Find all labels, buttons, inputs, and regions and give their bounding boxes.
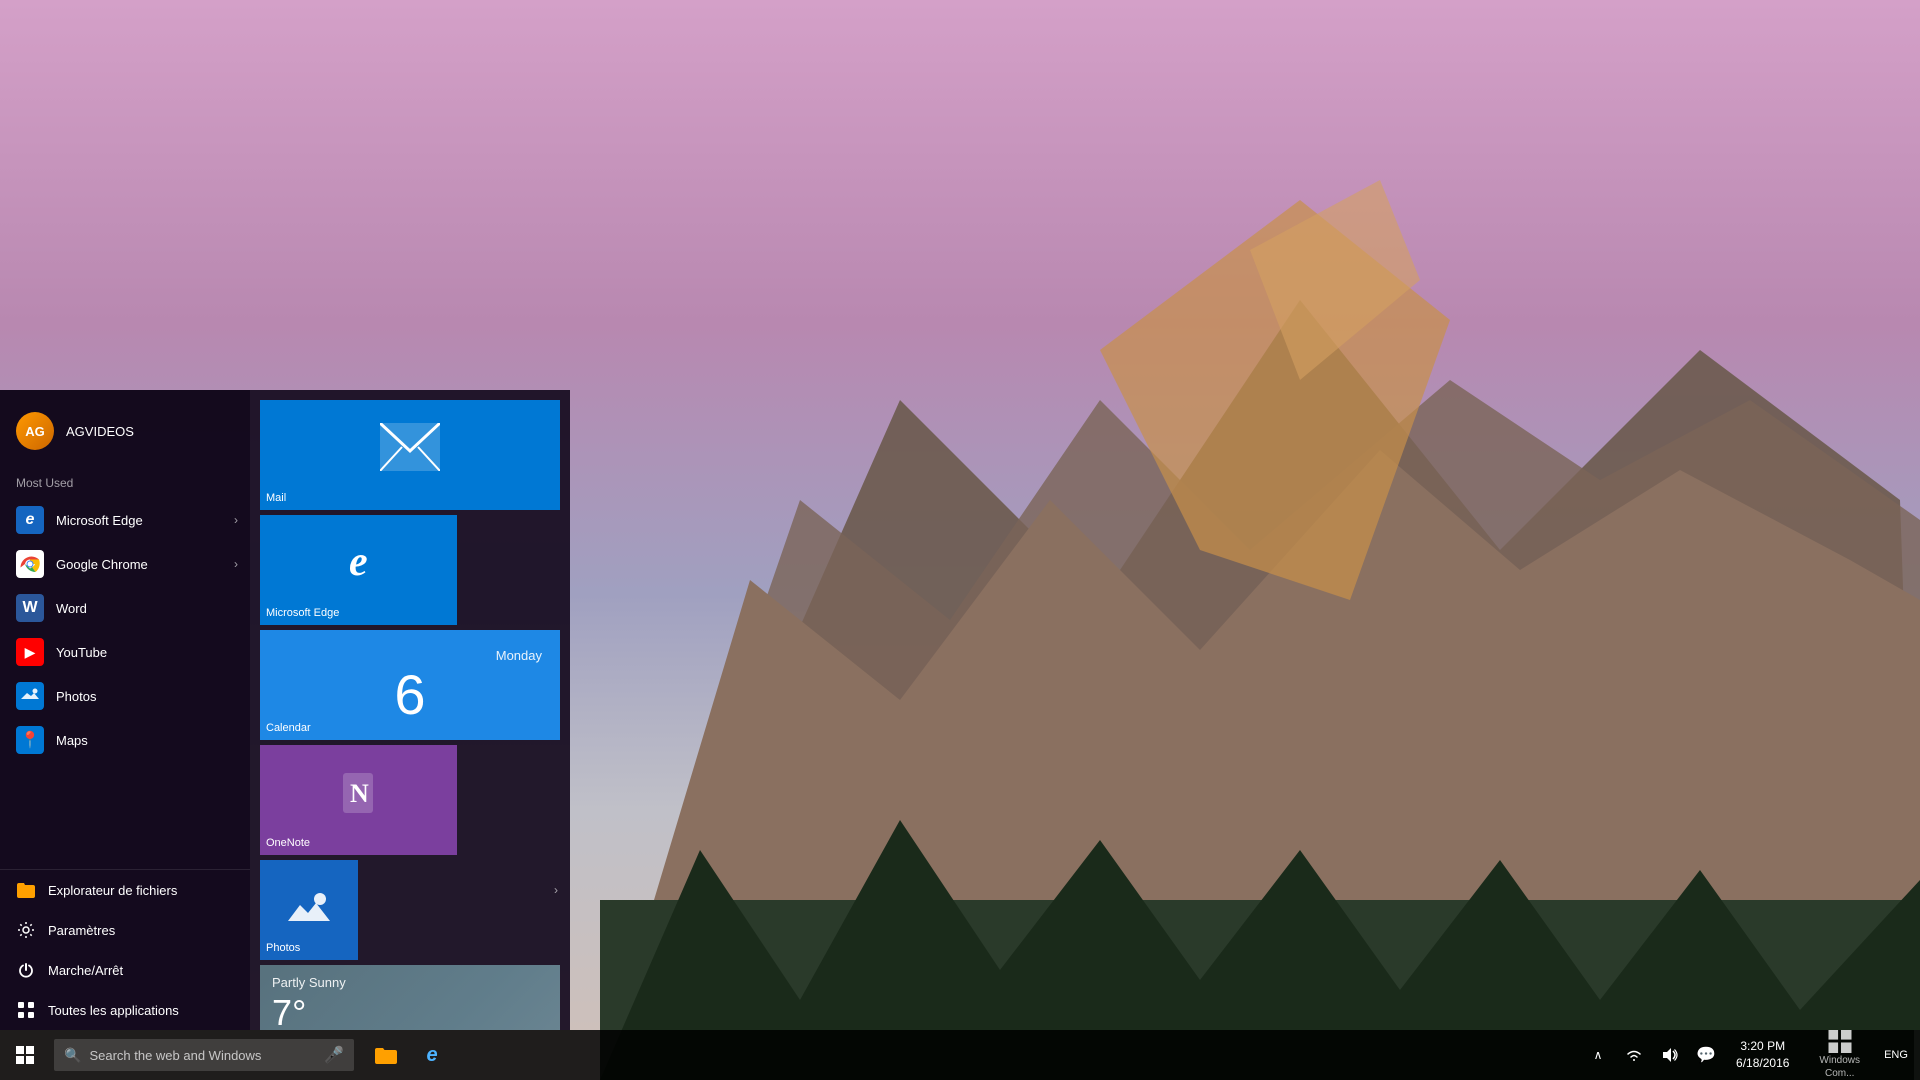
tile-weather[interactable]: Partly Sunny 7° Fri ⛅ 8° 1° Sat ☀ 8° [260,965,560,1030]
app-item-photos[interactable]: Photos [0,674,250,718]
search-icon: 🔍 [64,1047,81,1064]
app-item-maps[interactable]: 📍 Maps [0,718,250,762]
taskbar: 🔍 🎤 e ∧ 💬 [0,1030,1920,1080]
weather-condition: Partly Sunny [272,975,548,990]
tile-onenote[interactable]: N OneNote [260,745,457,855]
bottom-item-files[interactable]: Explorateur de fichiers › [0,870,250,910]
most-used-label: Most Used [0,462,250,498]
settings-icon [16,920,36,940]
clock[interactable]: 3:20 PM 6/18/2016 [1724,1030,1801,1080]
tile-calendar[interactable]: Monday 6 Calendar [260,630,560,740]
apps-icon [16,1000,36,1020]
power-icon [16,960,36,980]
app-name-edge: Microsoft Edge [56,513,143,528]
files-label: Explorateur de fichiers [48,883,177,898]
app-name-maps: Maps [56,733,88,748]
tray-language[interactable]: ENG [1878,1030,1914,1080]
edge-icon: e [16,506,44,534]
tile-photos-label: Photos [266,942,300,954]
word-icon: W [16,594,44,622]
user-section[interactable]: AG AGVIDEOS [0,400,250,462]
tile-edge[interactable]: e Microsoft Edge [260,515,457,625]
search-input[interactable] [89,1048,316,1063]
tile-mail-label: Mail [266,492,286,504]
start-menu: AG AGVIDEOS Most Used e Microsoft Edge › [0,390,570,1030]
calendar-date-number: 6 [394,667,425,723]
youtube-icon: ▶ [16,638,44,666]
bottom-item-power[interactable]: Marche/Arrêt [0,950,250,990]
app-item-chrome[interactable]: Google Chrome › [0,542,250,586]
windows-activation[interactable]: Windows Com... [1801,1030,1878,1080]
app-name-youtube: YouTube [56,645,107,660]
taskbar-file-explorer[interactable] [364,1030,408,1080]
app-name-word: Word [56,601,87,616]
settings-label: Paramètres [48,923,115,938]
taskbar-icons: e [364,1030,454,1080]
app-name-chrome: Google Chrome [56,557,148,572]
svg-text:N: N [350,779,369,808]
app-item-word[interactable]: W Word [0,586,250,630]
bottom-item-all-apps[interactable]: Toutes les applications [0,990,250,1030]
clock-date: 6/18/2016 [1736,1055,1789,1072]
app-item-youtube[interactable]: ▶ YouTube [0,630,250,674]
app-item-edge[interactable]: e Microsoft Edge › [0,498,250,542]
windows-activation-text: Windows Com... [1811,1054,1868,1080]
tray-chat-icon[interactable]: 💬 [1688,1030,1724,1080]
chrome-icon [16,550,44,578]
tray-up-arrow[interactable]: ∧ [1580,1030,1616,1080]
clock-time: 3:20 PM [1740,1038,1785,1055]
tile-calendar-label: Calendar [266,722,311,734]
system-tray: ∧ 💬 3:20 PM 6/18/2016 [1580,1030,1920,1080]
chevron-right-icon: › [234,513,238,527]
left-bottom-section: Explorateur de fichiers › Paramètres [0,869,250,1030]
edge-tile-icon: e [349,538,368,586]
all-apps-label: Toutes les applications [48,1003,179,1018]
tile-mail[interactable]: Mail [260,400,560,510]
power-label: Marche/Arrêt [48,963,123,978]
app-name-photos: Photos [56,689,96,704]
tile-edge-label: Microsoft Edge [266,607,339,619]
bottom-item-settings[interactable]: Paramètres [0,910,250,950]
chevron-right-icon-2: › [234,557,238,571]
folder-icon [16,880,36,900]
calendar-day-label: Monday [496,648,542,663]
tile-onenote-label: OneNote [266,837,310,849]
user-avatar: AG [16,412,54,450]
weather-temp: 7° [272,992,548,1030]
username: AGVIDEOS [66,424,134,439]
tray-divider [1914,1030,1920,1080]
microphone-icon[interactable]: 🎤 [324,1045,344,1065]
chevron-right-icon-3: › [554,883,558,897]
start-button[interactable] [0,1030,50,1080]
tray-volume-icon[interactable] [1652,1030,1688,1080]
tray-network-icon[interactable] [1616,1030,1652,1080]
start-menu-left-panel: AG AGVIDEOS Most Used e Microsoft Edge › [0,390,250,1030]
tiles-panel: Mail e Microsoft Edge Monday 6 Calendar … [250,390,570,1030]
tile-photos[interactable]: Photos [260,860,358,960]
photos-icon [16,682,44,710]
taskbar-edge[interactable]: e [410,1030,454,1080]
maps-icon: 📍 [16,726,44,754]
search-bar[interactable]: 🔍 🎤 [54,1039,354,1071]
